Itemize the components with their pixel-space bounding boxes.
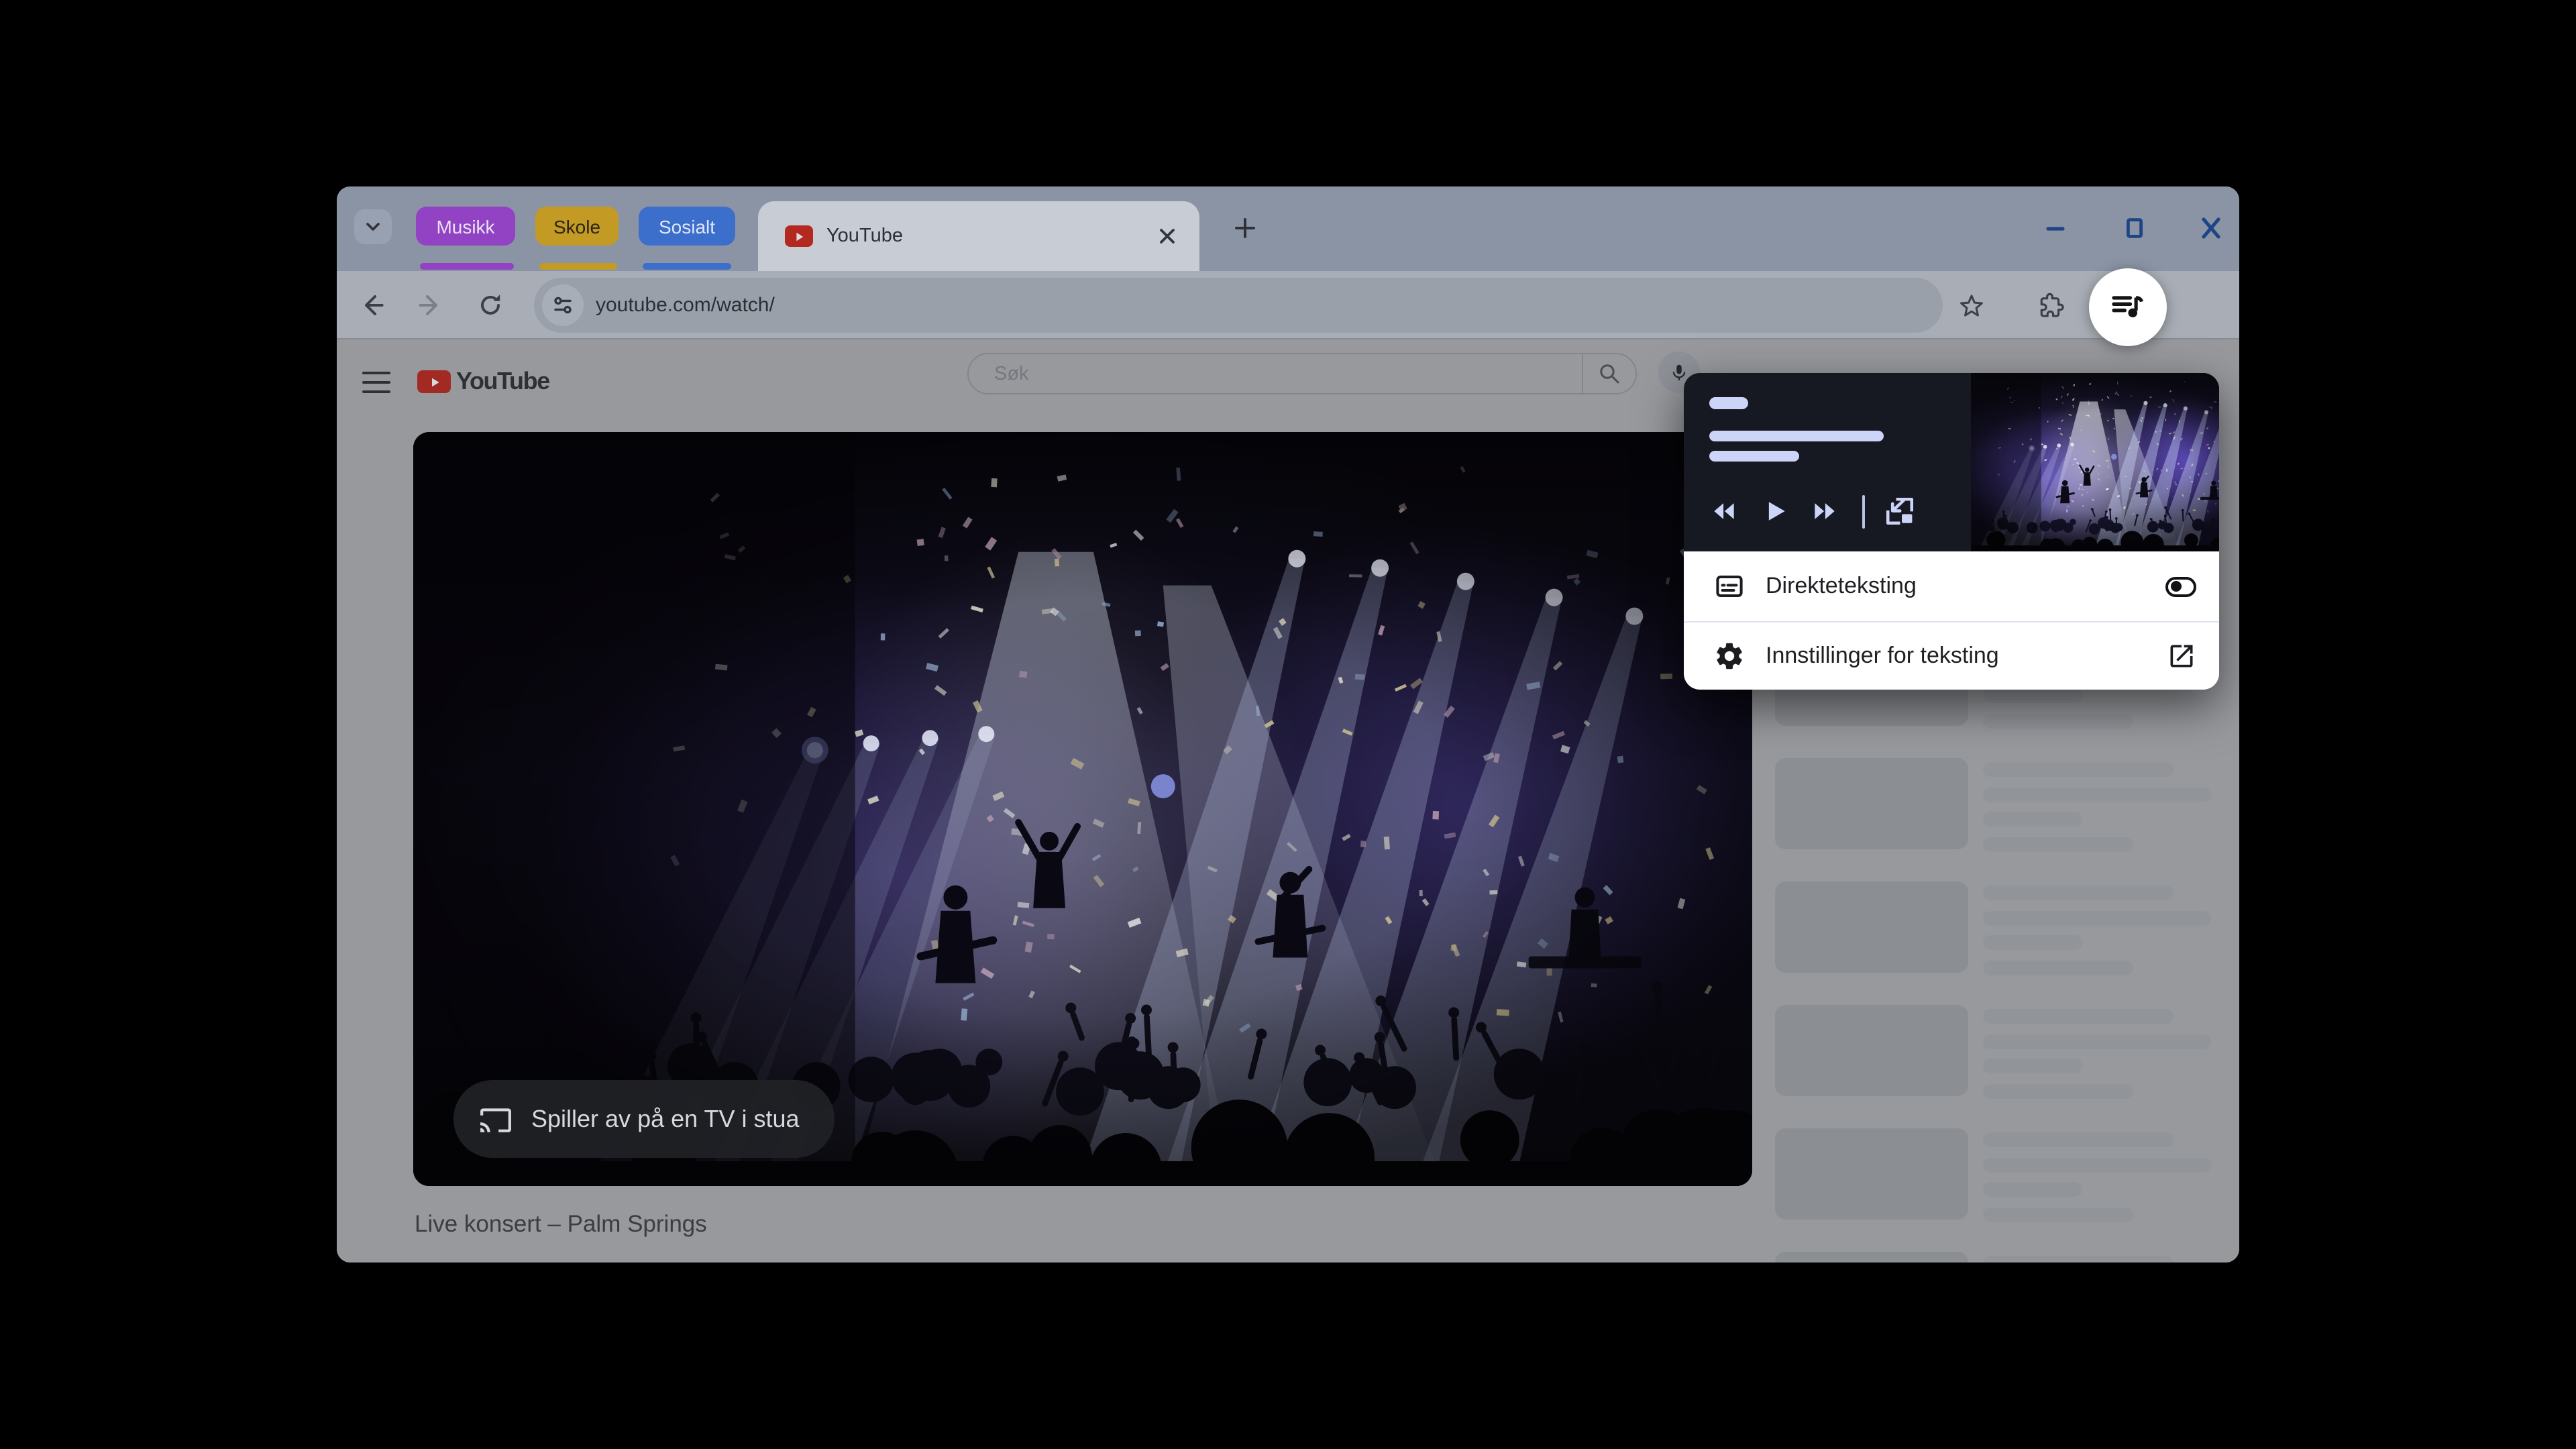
forward-button[interactable] — [416, 291, 444, 319]
minimize-button[interactable] — [2043, 216, 2068, 240]
media-playback-controls — [1684, 488, 1917, 534]
skeleton-text-line — [1983, 787, 2211, 802]
concert-video-frame — [413, 432, 1752, 1186]
queue-music-icon — [2109, 288, 2147, 326]
skeleton-text-line — [1983, 1256, 2174, 1263]
url-text: youtube.com/watch/ — [596, 294, 775, 317]
skeleton-text-line — [1983, 1132, 2174, 1147]
site-controls-button[interactable] — [542, 284, 584, 326]
caption-settings-label: Innstillinger for teksting — [1766, 643, 1999, 668]
skeleton-text-line — [1983, 885, 2174, 900]
tab-group-label: Skole — [553, 215, 601, 237]
media-controls-toolbar-button[interactable] — [2089, 268, 2167, 346]
bookmark-star-button[interactable] — [1957, 291, 1986, 319]
media-title-placeholder — [1709, 431, 1884, 441]
tab-title: YouTube — [826, 225, 903, 247]
chevron-down-icon — [364, 217, 382, 236]
tab-strip: Musikk Skole Sosialt YouTube — [337, 186, 2239, 271]
skeleton-text-line — [1983, 1157, 2211, 1172]
tune-icon — [551, 294, 574, 317]
screen: Musikk Skole Sosialt YouTube youtube.com… — [0, 0, 2576, 1449]
media-thumbnail — [1971, 373, 2219, 551]
search-button[interactable] — [1582, 354, 1635, 393]
tab-youtube[interactable]: YouTube — [758, 201, 1199, 271]
plus-icon — [1233, 216, 1257, 240]
magnifier-icon — [1598, 362, 1621, 385]
cast-status-overlay[interactable]: Spiller av på en TV i stua — [453, 1080, 835, 1158]
reload-button[interactable] — [476, 291, 504, 319]
skeleton-text-line — [1983, 812, 2082, 826]
skeleton-thumbnail — [1775, 1128, 1968, 1220]
live-caption-label: Direkteteksting — [1766, 573, 1917, 598]
address-bar[interactable]: youtube.com/watch/ — [534, 278, 1943, 333]
pip-icon[interactable] — [1882, 494, 1917, 529]
skeleton-text-line — [1983, 1207, 2133, 1222]
skeleton-text-line — [1983, 1034, 2211, 1049]
tab-group-underline-sosialt — [643, 263, 731, 270]
tab-group-sosialt[interactable]: Sosialt — [639, 207, 735, 246]
skeleton-thumbnail — [1775, 881, 1968, 973]
controls-divider — [1862, 494, 1865, 528]
skeleton-text-line — [1983, 1083, 2133, 1098]
video-title: Live konsert – Palm Springs — [415, 1210, 707, 1237]
skeleton-thumbnail — [1775, 1252, 1968, 1263]
tab-close-icon[interactable] — [1157, 225, 1178, 247]
open-in-new-icon[interactable] — [2167, 641, 2196, 671]
close-window-button[interactable] — [2199, 216, 2223, 240]
skeleton-text-line — [1983, 1182, 2082, 1197]
back-button[interactable] — [358, 291, 386, 319]
media-artist-placeholder — [1709, 450, 1799, 461]
youtube-icon — [785, 225, 813, 247]
puzzle-icon — [2038, 291, 2066, 319]
skeleton-text-line — [1983, 960, 2133, 975]
skeleton-text-line — [1983, 910, 2211, 925]
extensions-button[interactable] — [2038, 291, 2066, 319]
search-bar — [967, 353, 1637, 394]
live-caption-toggle[interactable] — [2165, 576, 2196, 596]
tab-group-underline-musikk — [420, 263, 514, 270]
skeleton-text-line — [1983, 762, 2174, 777]
fast-forward-icon[interactable] — [1810, 496, 1839, 526]
skeleton-text-line — [1983, 688, 2082, 703]
tab-group-label: Musikk — [436, 215, 495, 237]
skeleton-text-line — [1983, 1059, 2082, 1073]
menu-button[interactable] — [362, 370, 390, 394]
media-source-placeholder — [1709, 397, 1748, 409]
browser-toolbar: youtube.com/watch/ — [337, 271, 2239, 408]
youtube-logo[interactable]: YouTube — [417, 368, 550, 396]
skeleton-text-line — [1983, 935, 2082, 950]
tab-group-skole[interactable]: Skole — [535, 207, 619, 246]
tab-group-underline-skole — [539, 263, 617, 270]
youtube-wordmark: YouTube — [456, 368, 550, 394]
caption-settings-row[interactable]: Innstillinger for teksting — [1684, 621, 2219, 690]
media-controls-popup: Direkteteksting Innstillinger for teksti… — [1684, 373, 2219, 690]
skeleton-thumbnail — [1775, 1005, 1968, 1096]
live-caption-row[interactable]: Direkteteksting — [1684, 551, 2219, 621]
media-session-card[interactable] — [1684, 373, 2219, 551]
concert-thumbnail — [1971, 373, 2219, 551]
skeleton-text-line — [1983, 837, 2133, 851]
cast-status-text: Spiller av på en TV i stua — [531, 1105, 800, 1132]
browser-window: Musikk Skole Sosialt YouTube youtube.com… — [337, 186, 2239, 1263]
new-tab-button[interactable] — [1233, 216, 1257, 240]
tab-group-musikk[interactable]: Musikk — [416, 207, 515, 246]
window-controls — [2025, 186, 2239, 271]
search-input[interactable] — [969, 354, 1583, 393]
skeleton-thumbnail — [1775, 758, 1968, 849]
hamburger-icon — [362, 370, 390, 394]
tab-overflow-button[interactable] — [354, 209, 392, 244]
video-player[interactable]: Spiller av på en TV i stua — [413, 432, 1752, 1186]
captions-icon — [1713, 570, 1746, 602]
maximize-button[interactable] — [2123, 216, 2147, 240]
youtube-play-icon — [417, 370, 451, 393]
tab-group-label: Sosialt — [658, 215, 716, 237]
gear-icon — [1713, 640, 1746, 672]
skeleton-text-line — [1983, 1009, 2174, 1024]
cast-icon — [479, 1102, 513, 1136]
toggle-knob — [2170, 580, 2181, 592]
star-icon — [1957, 291, 1986, 319]
play-icon[interactable] — [1760, 496, 1790, 526]
rewind-icon[interactable] — [1709, 496, 1739, 526]
skeleton-text-line — [1983, 713, 2133, 728]
